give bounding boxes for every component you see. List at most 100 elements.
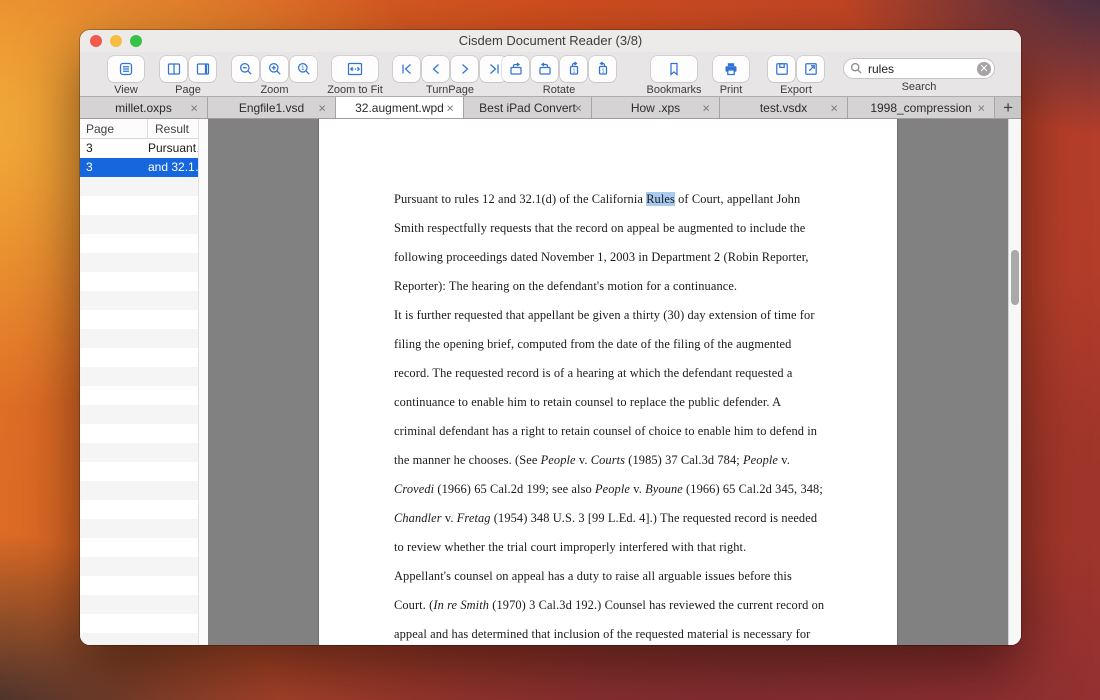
search-result-row[interactable]: 3Pursuant… — [80, 139, 198, 158]
print-button[interactable] — [713, 56, 749, 82]
empty-row — [80, 348, 198, 367]
bookmarks-button[interactable] — [651, 56, 697, 82]
tab-1998_compression[interactable]: 1998_compression × — [848, 97, 995, 118]
zoom-out-button[interactable] — [232, 56, 259, 82]
minimize-window-button[interactable] — [110, 35, 122, 47]
toolbar-label-bookmarks: Bookmarks — [641, 84, 707, 96]
save-button[interactable] — [768, 56, 795, 82]
single-page-icon — [195, 61, 211, 77]
search-input[interactable] — [843, 58, 995, 79]
rotate-page-left-icon: 1 — [566, 61, 582, 77]
result-text-cell: Pursuant… — [148, 139, 198, 158]
first-page-button[interactable] — [393, 56, 420, 82]
toolbar-group-bookmarks: Bookmarks — [641, 56, 707, 96]
content-area: Page Result 3Pursuant…3and 32.1… Pursuan… — [80, 119, 1021, 645]
rotate-page-left-button[interactable]: 1 — [560, 56, 587, 82]
search-result-row[interactable]: 3and 32.1… — [80, 158, 198, 177]
clear-search-icon[interactable]: ✕ — [977, 62, 991, 76]
empty-row — [80, 310, 198, 329]
empty-row — [80, 367, 198, 386]
toolbar-group-zoom-to-fit: Zoom to Fit — [324, 56, 386, 96]
result-page-cell: 3 — [80, 158, 148, 177]
tab-strip: millet.oxps×Engfile1.vsd×32.augment.wpd×… — [80, 97, 1021, 119]
tab-test.vsdx[interactable]: test.vsdx× — [720, 97, 848, 118]
tab-label: Best iPad Convert — [479, 101, 576, 115]
printer-icon — [723, 61, 739, 77]
document-viewport: Pursuant to rules 12 and 32.1(d) of the … — [208, 119, 1008, 645]
tab-close-icon[interactable]: × — [446, 101, 454, 114]
app-window: Cisdem Document Reader (3/8) View — [80, 30, 1021, 645]
toolbar-group-search: ✕ Search — [843, 58, 995, 93]
zoom-to-fit-icon — [346, 61, 364, 77]
empty-row — [80, 519, 198, 538]
tab-close-icon[interactable]: × — [190, 101, 198, 114]
result-text-cell: and 32.1… — [148, 158, 198, 177]
paragraph: It is further requested that appellant b… — [394, 301, 825, 562]
zoom-in-button[interactable] — [261, 56, 288, 82]
zoom-window-button[interactable] — [130, 35, 142, 47]
toolbar-group-print: Print — [713, 56, 749, 96]
empty-row — [80, 576, 198, 595]
column-header-page[interactable]: Page — [80, 119, 148, 138]
rotate-right-button[interactable] — [531, 56, 558, 82]
sidebar-scrollbar-track[interactable] — [198, 119, 208, 645]
view-button[interactable] — [108, 56, 144, 82]
tab-close-icon[interactable]: × — [574, 101, 582, 114]
tab-close-icon[interactable]: × — [318, 101, 326, 114]
tab-close-icon[interactable]: × — [830, 101, 838, 114]
two-page-view-button[interactable] — [160, 56, 187, 82]
paragraph: Pursuant to rules 12 and 32.1(d) of the … — [394, 185, 825, 301]
zoom-to-fit-button[interactable] — [332, 56, 378, 82]
tab-close-icon[interactable]: × — [977, 101, 985, 114]
tab-How .xps[interactable]: How .xps× — [592, 97, 720, 118]
document-scrollbar-thumb[interactable] — [1011, 250, 1019, 305]
toolbar: View Page — [80, 52, 1021, 97]
toolbar-group-turnpage: TurnPage — [393, 56, 507, 96]
tab-label: 1998_compression — [870, 101, 971, 115]
tab-32.augment.wpd[interactable]: 32.augment.wpd× — [336, 97, 464, 118]
results-table-body: 3Pursuant…3and 32.1… — [80, 139, 198, 645]
empty-row — [80, 443, 198, 462]
desktop-wallpaper: Cisdem Document Reader (3/8) View — [0, 0, 1100, 700]
tab-close-icon[interactable]: × — [702, 101, 710, 114]
empty-row — [80, 215, 198, 234]
rotate-right-icon — [537, 61, 553, 77]
document-page: Pursuant to rules 12 and 32.1(d) of the … — [318, 119, 898, 645]
zoom-out-icon — [238, 61, 254, 77]
empty-row — [80, 234, 198, 253]
tab-Best iPad Convert[interactable]: Best iPad Convert× — [464, 97, 592, 118]
zoom-actual-size-button[interactable]: 1 — [290, 56, 317, 82]
empty-row — [80, 386, 198, 405]
column-header-result[interactable]: Result — [148, 119, 198, 138]
share-export-button[interactable] — [797, 56, 824, 82]
rotate-left-icon — [508, 61, 524, 77]
empty-row — [80, 291, 198, 310]
previous-page-icon — [428, 61, 444, 77]
next-page-button[interactable] — [451, 56, 478, 82]
tab-label: millet.oxps — [115, 101, 172, 115]
single-page-view-button[interactable] — [189, 56, 216, 82]
close-window-button[interactable] — [90, 35, 102, 47]
empty-row — [80, 462, 198, 481]
two-page-icon — [166, 61, 182, 77]
toolbar-group-view: View — [88, 56, 164, 96]
empty-row — [80, 500, 198, 519]
previous-page-button[interactable] — [422, 56, 449, 82]
results-table-header: Page Result — [80, 119, 198, 139]
paragraph: Appellant's counsel on appeal has a duty… — [394, 562, 825, 645]
rotate-page-right-icon: 1 — [595, 61, 611, 77]
svg-text:1: 1 — [572, 68, 575, 74]
tab-label: Engfile1.vsd — [239, 101, 304, 115]
rotate-left-button[interactable] — [502, 56, 529, 82]
zoom-in-icon — [267, 61, 283, 77]
zoom-actual-size-icon: 1 — [296, 61, 312, 77]
traffic-lights — [90, 35, 142, 47]
toolbar-label-view: View — [88, 84, 164, 96]
document-scrollbar-track[interactable] — [1008, 119, 1021, 645]
new-tab-button[interactable]: + — [995, 97, 1021, 118]
rotate-page-right-button[interactable]: 1 — [589, 56, 616, 82]
tab-millet.oxps[interactable]: millet.oxps × — [80, 97, 208, 118]
toolbar-label-print: Print — [713, 84, 749, 96]
toolbar-label-page: Page — [158, 84, 218, 96]
tab-Engfile1.vsd[interactable]: Engfile1.vsd × — [208, 97, 336, 118]
